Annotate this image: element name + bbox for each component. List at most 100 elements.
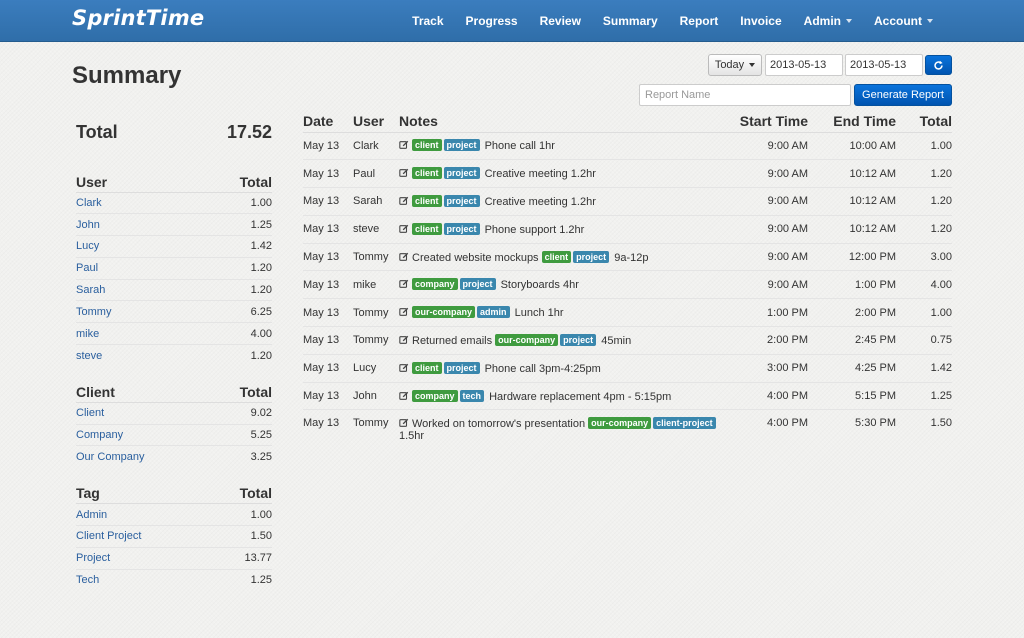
user-link[interactable]: mike	[76, 328, 99, 340]
entry-row[interactable]: May 13 John company tech Hardware replaceme…	[303, 382, 952, 411]
generate-report-button[interactable]: Generate Report	[854, 84, 952, 106]
edit-icon[interactable]	[399, 252, 409, 262]
edit-icon[interactable]	[399, 391, 409, 401]
col-date[interactable]: Date	[303, 108, 353, 133]
tag-badge[interactable]: project	[443, 361, 480, 374]
user-link[interactable]: steve	[76, 350, 102, 362]
nav-summary[interactable]: Summary	[592, 0, 669, 42]
tag-badge[interactable]: client	[412, 222, 442, 235]
tag-badge[interactable]: our-company	[412, 306, 476, 319]
tag-badge[interactable]: project	[459, 278, 496, 291]
entry-row[interactable]: May 13 Tommy Created website mockups clien…	[303, 243, 952, 272]
tag-badge[interactable]: client	[412, 361, 442, 374]
entry-date: May 13	[303, 243, 353, 272]
start-date-input[interactable]	[765, 54, 843, 76]
edit-icon[interactable]	[399, 335, 409, 345]
entry-row[interactable]: May 13 Tommy our-company admin Lunch 1hr 1:0…	[303, 298, 952, 328]
user-link[interactable]: Tommy	[76, 306, 111, 318]
entry-date: May 13	[303, 382, 353, 411]
end-date-input[interactable]	[845, 54, 923, 76]
tag-badge[interactable]: project	[443, 167, 480, 180]
entry-total: 1.42	[896, 354, 952, 383]
tag-badge[interactable]: company	[412, 278, 458, 291]
tag-badge[interactable]: company	[412, 389, 458, 402]
tag-link[interactable]: Admin	[76, 509, 107, 521]
tag-badge[interactable]: project	[443, 194, 480, 207]
tag-badge[interactable]: project	[573, 250, 610, 263]
edit-icon[interactable]	[399, 279, 409, 289]
tag-badge[interactable]: project	[443, 139, 480, 152]
entry-note-text: Created website mockups	[412, 251, 539, 264]
edit-icon[interactable]	[399, 140, 409, 150]
edit-icon[interactable]	[399, 363, 409, 373]
user-link[interactable]: Clark	[76, 197, 102, 209]
brand-logo[interactable]: SprintTime	[72, 6, 204, 30]
edit-icon[interactable]	[399, 224, 409, 234]
entry-notes: Worked on tomorrow's presentation our-co…	[399, 410, 718, 450]
tag-link[interactable]: Client Project	[76, 530, 141, 542]
edit-icon[interactable]	[399, 196, 409, 206]
tag-badge[interactable]: admin	[477, 306, 510, 319]
user-link[interactable]: Paul	[76, 262, 98, 274]
nav-progress[interactable]: Progress	[455, 0, 529, 42]
nav-label: Invoice	[740, 14, 782, 28]
nav-account[interactable]: Account	[863, 0, 944, 42]
nav-label: Summary	[602, 14, 658, 28]
edit-icon[interactable]	[399, 168, 409, 178]
tag-badge[interactable]: client	[541, 250, 572, 263]
entry-row[interactable]: May 13 mike company project Storyboards 4hr…	[303, 270, 952, 300]
tag-badge[interactable]: client-project	[653, 417, 716, 430]
entry-total: 1.00	[896, 298, 952, 328]
entry-row[interactable]: May 13 steve client project Phone support 1…	[303, 215, 952, 244]
grand-total-label: Total	[76, 122, 118, 142]
user-link[interactable]: Sarah	[76, 284, 105, 296]
tag-badge[interactable]: client	[412, 194, 442, 207]
entry-row[interactable]: May 13 Tommy Worked on tomorrow's presenta…	[303, 410, 952, 450]
edit-icon[interactable]	[399, 418, 409, 428]
nav-admin[interactable]: Admin	[793, 0, 863, 42]
tag-badge[interactable]: our-company	[588, 417, 652, 430]
col-start-time[interactable]: Start Time	[718, 108, 808, 133]
entry-date: May 13	[303, 215, 353, 244]
client-link[interactable]: Client	[76, 407, 104, 419]
entry-end-time: 10:12 AM	[808, 187, 896, 216]
tag-name-cell: Tech	[76, 569, 207, 591]
tag-total: 13.77	[207, 547, 272, 570]
tag-badge[interactable]: client	[412, 139, 442, 152]
nav-report[interactable]: Report	[669, 0, 730, 42]
entry-row[interactable]: May 13 Sarah client project Creative meetin…	[303, 187, 952, 216]
entry-start-time: 4:00 PM	[767, 417, 808, 430]
col-total[interactable]: Total	[896, 108, 952, 133]
client-link[interactable]: Company	[76, 429, 123, 441]
client-link[interactable]: Our Company	[76, 451, 144, 463]
tag-badge[interactable]: project	[560, 333, 597, 346]
entry-note-text: Worked on tomorrow's presentation	[412, 418, 586, 431]
tag-badge[interactable]: our-company	[495, 333, 559, 346]
entry-row[interactable]: May 13 Paul client project Creative meeting…	[303, 159, 952, 189]
entry-end-time: 10:12 AM	[808, 215, 896, 244]
entry-note-text: Phone call 1hr	[484, 140, 555, 153]
client-name-cell: Our Company	[76, 446, 209, 468]
col-user[interactable]: User	[353, 108, 399, 133]
entry-row[interactable]: May 13 Lucy client project Phone call 3pm-4…	[303, 354, 952, 383]
refresh-button[interactable]	[925, 55, 952, 75]
user-link[interactable]: Lucy	[76, 240, 99, 252]
entry-end-time: 10:12 AM	[808, 159, 896, 189]
col-notes[interactable]: Notes	[399, 108, 718, 133]
user-link[interactable]: John	[76, 219, 100, 231]
entry-notes: company project Storyboards 4hr	[399, 270, 718, 300]
tag-badge[interactable]: project	[443, 222, 480, 235]
entry-row[interactable]: May 13 Clark client project Phone call 1hr 9…	[303, 132, 952, 161]
report-name-input[interactable]	[639, 84, 851, 106]
tag-link[interactable]: Project	[76, 552, 110, 564]
date-range-dropdown[interactable]: Today	[708, 54, 762, 76]
entry-row[interactable]: May 13 Tommy Returned emails our-company pr…	[303, 326, 952, 355]
nav-track[interactable]: Track	[401, 0, 454, 42]
tag-badge[interactable]: client	[412, 167, 442, 180]
col-end-time[interactable]: End Time	[808, 108, 896, 133]
tag-link[interactable]: Tech	[76, 574, 99, 586]
edit-icon[interactable]	[399, 307, 409, 317]
nav-invoice[interactable]: Invoice	[729, 0, 792, 42]
tag-badge[interactable]: tech	[459, 389, 485, 402]
nav-review[interactable]: Review	[529, 0, 592, 42]
